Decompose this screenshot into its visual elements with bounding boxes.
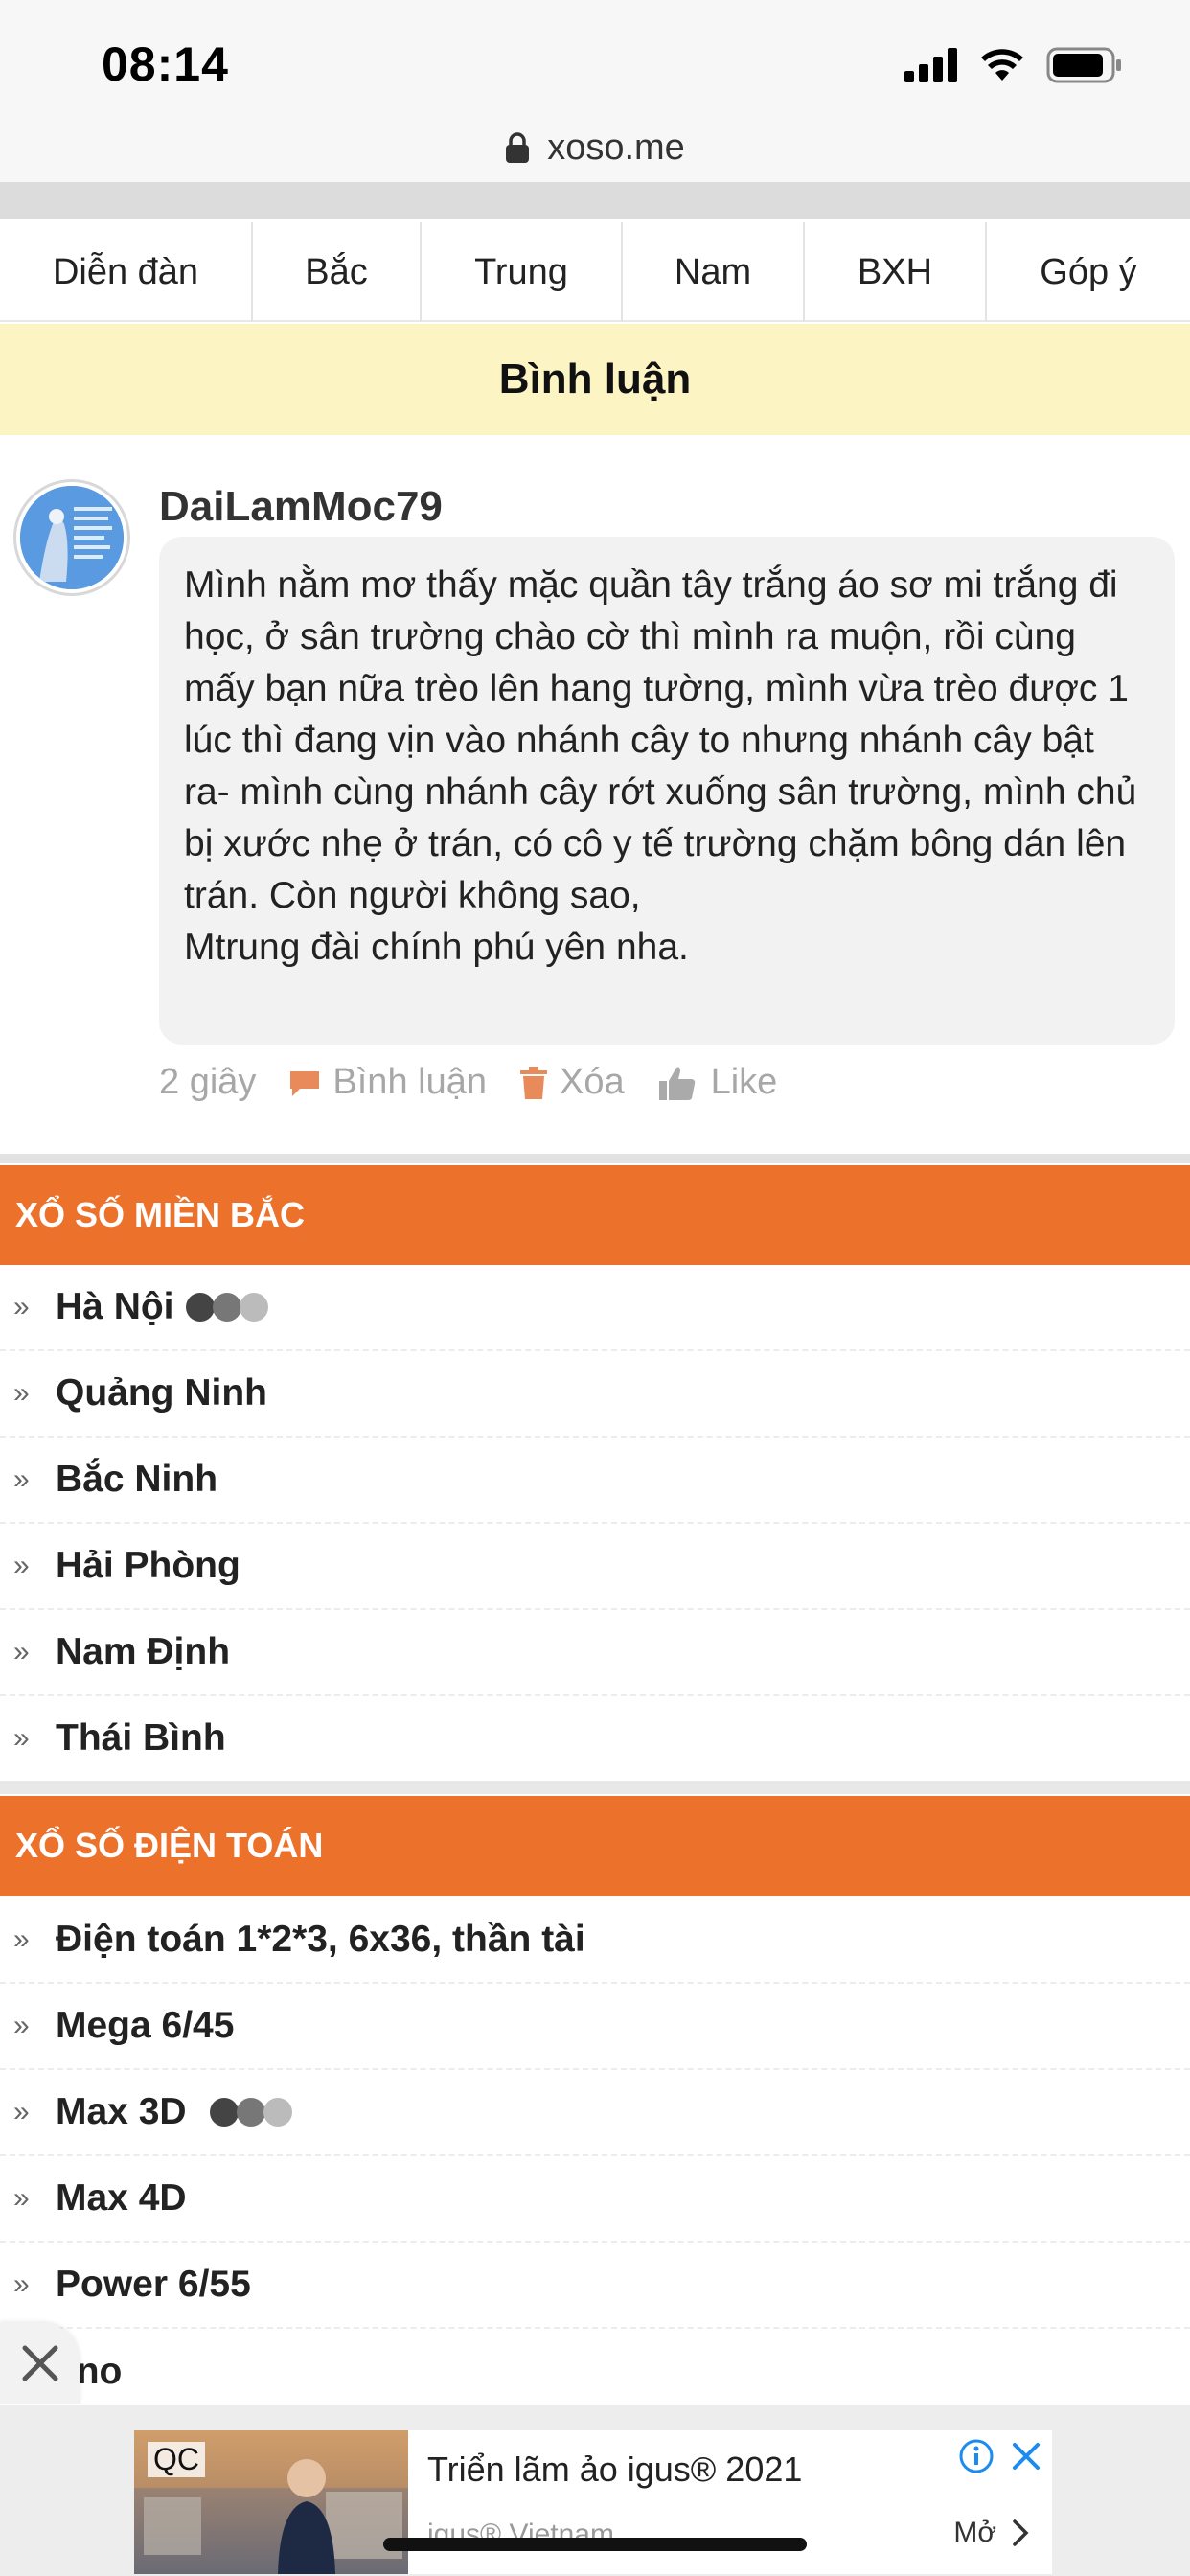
delete-button[interactable]: Xóa (519, 1062, 625, 1103)
clock: 08:14 (102, 37, 229, 91)
list-item-label: Nam Định (56, 1631, 231, 1672)
close-icon (22, 2345, 58, 2381)
loading-dots-icon (209, 2098, 292, 2127)
list-item-label: Max 4D (56, 2177, 187, 2219)
battery-icon (1046, 47, 1121, 83)
status-icons (904, 46, 1123, 84)
tab-north[interactable]: Bắc (253, 222, 422, 322)
comment-time: 2 giây (159, 1062, 257, 1102)
section-separator (0, 1781, 1190, 1794)
list-item-ha-noi[interactable]: » Hà Nội (0, 1265, 1190, 1351)
list-item-label: Max 3D (56, 2091, 187, 2132)
double-chevron-icon: » (13, 2010, 30, 2041)
mien-bac-header[interactable]: XỔ SỐ MIỀN BẮC (0, 1165, 1190, 1265)
delete-label: Xóa (559, 1062, 625, 1102)
avatar-image (20, 486, 124, 589)
tab-south[interactable]: Nam (623, 222, 805, 322)
list-item-hai-phong[interactable]: » Hải Phòng (0, 1524, 1190, 1610)
wifi-icon (981, 49, 1023, 80)
list-item-label: Điện toán 1*2*3, 6x36, thần tài (56, 1919, 585, 1960)
ad-qc-label: QC (148, 2442, 205, 2477)
comment-meta: 2 giây Bình luận Xóa Like (159, 1062, 777, 1103)
list-item-thai-binh[interactable]: » Thái Bình (0, 1696, 1190, 1782)
double-chevron-icon: » (13, 1636, 30, 1668)
list-item-label: Hải Phòng (56, 1545, 240, 1586)
list-item-quang-ninh[interactable]: » Quảng Ninh (0, 1351, 1190, 1438)
tab-ranking[interactable]: BXH (805, 222, 987, 322)
list-item-label: Thái Bình (56, 1717, 226, 1759)
list-item-label: Hà Nội (56, 1286, 174, 1327)
list-item-max-3d[interactable]: » Max 3D (0, 2070, 1190, 2156)
double-chevron-icon: » (13, 2096, 30, 2128)
ad-open-button[interactable]: Mở (953, 2517, 1029, 2549)
tab-forum[interactable]: Diễn đàn (0, 222, 253, 322)
status-bar: 08:14 (0, 0, 1190, 125)
ad-image: QC (134, 2430, 408, 2574)
list-item-dien-toan[interactable]: » Điện toán 1*2*3, 6x36, thần tài (0, 1898, 1190, 1984)
list-item-max-4d[interactable]: » Max 4D (0, 2156, 1190, 2242)
list-item-label: Mega 6/45 (56, 2005, 235, 2046)
ad-title[interactable]: Triển lãm ảo igus® 2021 (427, 2450, 802, 2490)
comment-text: Mình nằm mơ thấy mặc quần tây trắng áo s… (184, 564, 1137, 968)
comment-username[interactable]: DaiLamMoc79 (159, 483, 443, 531)
ad-choices[interactable] (958, 2438, 1042, 2474)
dien-toan-header[interactable]: XỔ SỐ ĐIỆN TOÁN (0, 1796, 1190, 1896)
list-item-label: Quảng Ninh (56, 1372, 267, 1414)
list-item-mega[interactable]: » Mega 6/45 (0, 1984, 1190, 2070)
lock-icon (506, 132, 530, 163)
main-nav: Diễn đàn Bắc Trung Nam BXH Góp ý (0, 222, 1190, 322)
thumbs-up-icon (658, 1067, 695, 1100)
tab-central[interactable]: Trung (422, 222, 623, 322)
ad-open-label: Mở (953, 2517, 996, 2548)
home-indicator[interactable] (383, 2538, 807, 2551)
double-chevron-icon: » (13, 1377, 30, 1409)
double-chevron-icon: » (13, 1923, 30, 1955)
double-chevron-icon: » (13, 2268, 30, 2300)
list-item-bac-ninh[interactable]: » Bắc Ninh (0, 1438, 1190, 1524)
ad-close-icon[interactable] (1010, 2440, 1042, 2472)
ad-content[interactable]: QC Triển lãm ảo igus® 2021 igus® Vietnam… (134, 2430, 1052, 2574)
ad-close-button[interactable] (0, 2323, 80, 2404)
list-item-keno[interactable]: » eno (0, 2329, 1190, 2415)
address-bar[interactable]: xoso.me (0, 113, 1190, 182)
reply-label: Bình luận (332, 1062, 487, 1102)
chevron-right-icon (1013, 2519, 1029, 2546)
comment-bubble: Mình nằm mơ thấy mặc quần tây trắng áo s… (159, 537, 1175, 1045)
list-item-power[interactable]: » Power 6/55 (0, 2242, 1190, 2329)
like-label: Like (710, 1062, 778, 1102)
double-chevron-icon: » (13, 1291, 30, 1322)
url-text[interactable]: xoso.me (547, 127, 685, 169)
info-icon[interactable] (958, 2438, 995, 2474)
top-band (0, 182, 1190, 218)
loading-dots-icon (185, 1293, 268, 1322)
signal-icon (904, 48, 957, 82)
page-title: Bình luận (0, 324, 1190, 435)
like-button[interactable]: Like (657, 1062, 778, 1103)
avatar[interactable] (13, 479, 130, 596)
double-chevron-icon: » (13, 2182, 30, 2214)
list-item-nam-dinh[interactable]: » Nam Định (0, 1610, 1190, 1696)
tab-feedback[interactable]: Góp ý (987, 222, 1190, 322)
trash-icon (519, 1066, 547, 1099)
list-item-label: Power 6/55 (56, 2264, 251, 2305)
double-chevron-icon: » (13, 1550, 30, 1581)
list-item-label: Bắc Ninh (56, 1459, 218, 1500)
chat-icon (290, 1070, 320, 1096)
double-chevron-icon: » (13, 1463, 30, 1495)
divider (0, 1154, 1190, 1163)
reply-button[interactable]: Bình luận (288, 1062, 487, 1103)
double-chevron-icon: » (13, 1722, 30, 1754)
